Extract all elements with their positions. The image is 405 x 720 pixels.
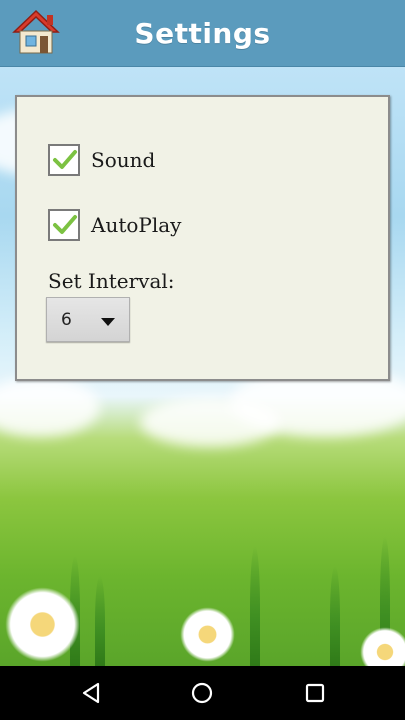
daisy-flower [360, 627, 405, 666]
settings-panel: Sound AutoPlay Set Interval: 6 [15, 95, 390, 381]
nav-home-button[interactable] [189, 680, 215, 706]
app-header: Settings [0, 0, 405, 67]
nav-back-button[interactable] [78, 680, 104, 706]
grass-blade [95, 576, 105, 666]
cloud [0, 377, 100, 437]
home-button[interactable] [12, 8, 60, 56]
cloud [140, 397, 280, 447]
autoplay-label: AutoPlay [91, 213, 182, 237]
checkmark-icon [53, 150, 77, 169]
system-nav-bar [0, 666, 405, 720]
autoplay-option[interactable]: AutoPlay [48, 209, 181, 241]
dropdown-arrow-icon [101, 318, 115, 326]
back-icon [82, 682, 100, 704]
recents-icon [305, 683, 325, 703]
page-title: Settings [134, 16, 271, 50]
interval-value: 6 [61, 310, 72, 330]
autoplay-checkbox[interactable] [48, 209, 80, 241]
home-circle-icon [191, 682, 213, 704]
daisy-flower [180, 607, 235, 662]
grass-blade [250, 546, 260, 666]
sound-checkbox[interactable] [48, 144, 80, 176]
sound-label: Sound [91, 148, 156, 172]
checkmark-icon [53, 215, 77, 234]
grass-blade [330, 566, 340, 666]
sound-option[interactable]: Sound [48, 144, 155, 176]
home-icon [12, 9, 60, 54]
daisy-flower [5, 587, 80, 662]
nav-recents-button[interactable] [302, 680, 328, 706]
interval-spinner[interactable]: 6 [46, 297, 130, 342]
interval-label: Set Interval: [48, 269, 175, 293]
